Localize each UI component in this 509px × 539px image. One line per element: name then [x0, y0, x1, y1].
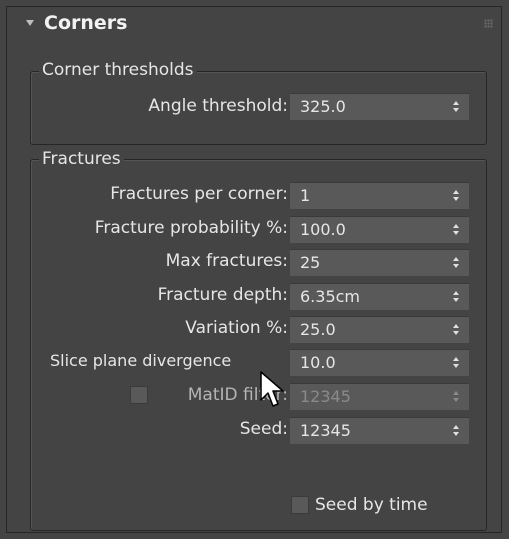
seed-by-time-label[interactable]: Seed by time — [315, 494, 428, 516]
matid-filter-input[interactable] — [290, 384, 450, 409]
spinner-arrows-icon[interactable] — [453, 257, 461, 269]
matid-filter-spinner[interactable] — [290, 383, 469, 410]
mouse-pointer-icon — [260, 371, 284, 407]
slice-plane-divergence-label: Slice plane divergence — [50, 351, 232, 370]
angle-threshold-input[interactable] — [290, 94, 450, 119]
spinner-arrows-icon — [453, 391, 461, 403]
spinner-arrows-icon[interactable] — [453, 101, 461, 113]
variation-label: Variation %: — [185, 318, 288, 338]
spinner-arrows-icon[interactable] — [453, 357, 461, 369]
slice-plane-divergence-input[interactable] — [290, 350, 450, 375]
spinner-arrows-icon[interactable] — [453, 224, 461, 236]
fracture-probability-spinner[interactable] — [290, 216, 469, 243]
corners-rollout: Corners Corner thresholds Angle threshol… — [6, 6, 502, 533]
max-fractures-label: Max fractures: — [165, 251, 288, 271]
fractures-group — [30, 159, 487, 531]
corner-thresholds-legend: Corner thresholds — [39, 60, 197, 80]
fractures-per-corner-spinner[interactable] — [290, 182, 469, 209]
fractures-legend: Fractures — [39, 149, 124, 169]
seed-label: Seed: — [239, 419, 288, 439]
fracture-depth-spinner[interactable] — [290, 283, 469, 310]
fracture-depth-input[interactable] — [290, 284, 450, 309]
matid-filter-checkbox[interactable] — [130, 386, 148, 404]
spinner-arrows-icon[interactable] — [453, 324, 461, 336]
spinner-arrows-icon[interactable] — [453, 425, 461, 437]
angle-threshold-spinner[interactable] — [290, 93, 469, 120]
rollout-header[interactable]: Corners — [7, 7, 501, 41]
slice-plane-divergence-spinner[interactable] — [290, 349, 469, 376]
fracture-depth-label: Fracture depth: — [157, 285, 288, 305]
max-fractures-spinner[interactable] — [290, 249, 469, 276]
collapse-triangle-icon[interactable] — [26, 20, 34, 26]
spinner-arrows-icon[interactable] — [453, 190, 461, 202]
variation-input[interactable] — [290, 317, 450, 342]
seed-by-time-checkbox[interactable] — [291, 496, 309, 514]
max-fractures-input[interactable] — [290, 250, 450, 275]
variation-spinner[interactable] — [290, 316, 469, 343]
rollout-title: Corners — [44, 12, 128, 34]
fracture-probability-label: Fracture probability %: — [94, 218, 288, 238]
spinner-arrows-icon[interactable] — [453, 291, 461, 303]
fracture-probability-input[interactable] — [290, 217, 450, 242]
grip-dots-icon[interactable] — [484, 19, 493, 28]
fractures-per-corner-input[interactable] — [290, 183, 450, 208]
fractures-per-corner-label: Fractures per corner: — [110, 184, 288, 204]
angle-threshold-label: Angle threshold: — [148, 96, 288, 116]
seed-spinner[interactable] — [290, 417, 469, 444]
seed-input[interactable] — [290, 418, 450, 443]
